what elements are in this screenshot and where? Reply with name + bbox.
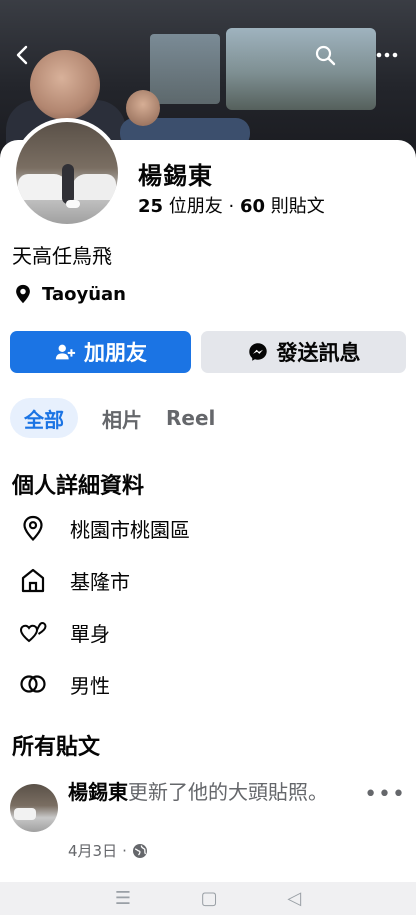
post-date[interactable]: 4月3日 (68, 840, 117, 861)
add-friend-button[interactable]: 加朋友 (10, 331, 191, 373)
messenger-icon (248, 343, 267, 361)
detail-text: 單身 (70, 621, 110, 646)
detail-text: 基隆市 (70, 569, 130, 594)
detail-text: 男性 (70, 673, 110, 698)
cover-person-head (30, 50, 100, 120)
detail-item-relationship: 單身 (18, 617, 110, 647)
detail-item-gender: 男性 (18, 669, 110, 699)
detail-item-location: 桃園市桃園區 (18, 513, 190, 543)
add-friend-label: 加朋友 (84, 341, 147, 365)
avatar-car-left (18, 174, 68, 200)
post-headline: 楊錫東更新了他的大頭貼照。 (68, 778, 368, 806)
tab-photos[interactable]: 相片 (102, 398, 142, 438)
cover-window (226, 28, 376, 110)
details-title: 個人詳細資料 (12, 474, 145, 499)
detail-item-hometown: 基隆市 (18, 565, 130, 595)
posts-label: 則貼文 (270, 196, 325, 217)
location-pin-icon (16, 284, 30, 304)
message-label: 發送訊息 (276, 341, 361, 365)
friends-label: 位朋友 (168, 196, 223, 217)
location-pin-icon (23, 515, 43, 542)
location-text: Taoyüan (42, 283, 126, 305)
post-author-name[interactable]: 楊錫東 (68, 780, 128, 804)
avatar-car-right (72, 174, 116, 200)
more-horizontal-icon (376, 52, 398, 58)
home-button[interactable]: ▢ (201, 888, 218, 909)
detail-text: 桃園市桃園區 (70, 517, 190, 542)
profile-location: Taoyüan (12, 283, 126, 305)
gender-icon (20, 675, 46, 693)
profile-tabs: 全部 相片 Reel (10, 398, 215, 438)
chevron-left-icon (16, 45, 28, 65)
post-action-text: 更新了他的大頭貼照。 (128, 780, 328, 804)
back-button[interactable] (6, 38, 40, 72)
post-author-avatar[interactable] (10, 784, 58, 832)
profile-stats[interactable]: 25 位朋友 · 60 則貼文 (138, 192, 325, 218)
post-more-button[interactable]: ••• (364, 782, 406, 807)
more-button[interactable] (370, 38, 404, 72)
avatar-photo (16, 122, 118, 224)
profile-bio: 天高任鳥飛 (12, 244, 112, 268)
search-button[interactable] (308, 38, 342, 72)
tab-reel[interactable]: Reel (166, 398, 215, 438)
recent-apps-button[interactable]: ☰ (115, 888, 131, 909)
tab-all[interactable]: 全部 (10, 398, 78, 438)
globe-icon (132, 843, 147, 858)
search-icon (315, 45, 336, 66)
profile-name: 楊錫東 (138, 162, 213, 190)
add-friend-icon (55, 344, 76, 360)
system-navigation-bar: ☰ ▢ ◁ (0, 882, 416, 915)
profile-avatar[interactable] (12, 118, 122, 228)
all-posts-title: 所有貼文 (12, 735, 101, 760)
home-icon (21, 568, 45, 593)
post-meta: 4月3日 · (68, 840, 148, 861)
stats-separator: · (228, 196, 235, 217)
avatar-person (62, 164, 74, 204)
system-back-button[interactable]: ◁ (287, 888, 301, 909)
post-avatar-car (14, 808, 36, 820)
cover-window-left (150, 34, 220, 104)
avatar-dog (66, 200, 80, 208)
hearts-icon (19, 621, 47, 643)
post-meta-dot: · (122, 841, 127, 860)
posts-count: 60 (240, 196, 266, 217)
friends-count: 25 (138, 196, 164, 217)
message-button[interactable]: 發送訊息 (201, 331, 406, 373)
cover-child-head (126, 90, 160, 126)
